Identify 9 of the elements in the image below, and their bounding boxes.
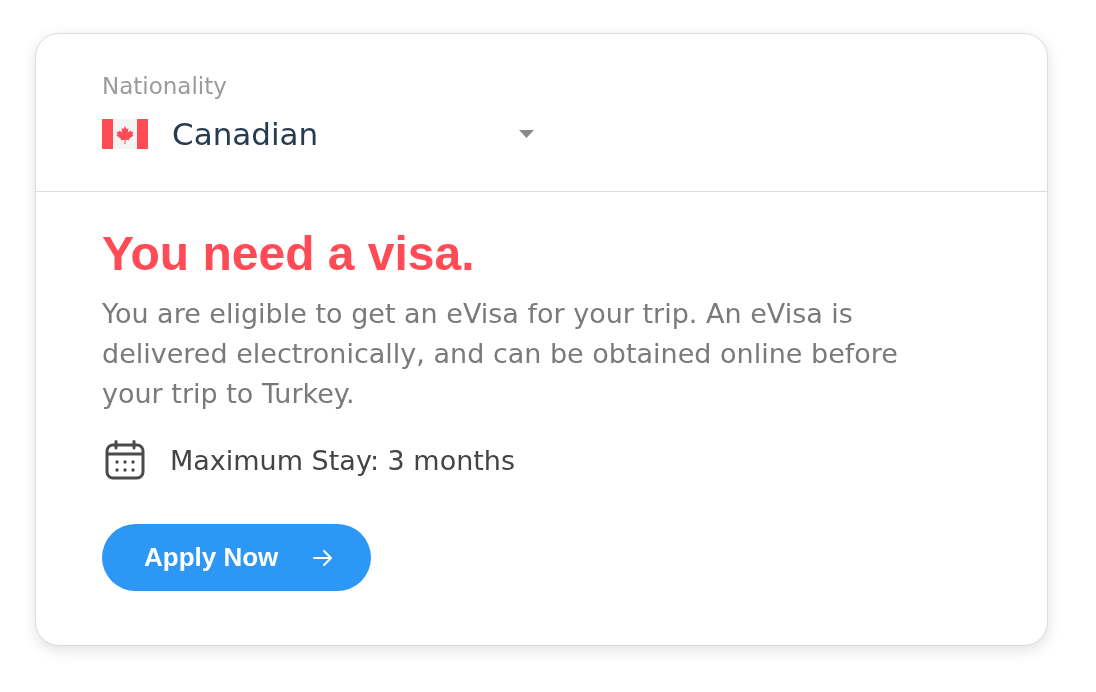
arrow-right-icon <box>313 548 333 567</box>
maximum-stay-text: Maximum Stay: 3 months <box>170 444 516 476</box>
flag-icon <box>102 119 148 149</box>
caret-icon <box>519 130 534 138</box>
result-heading: You need a visa. <box>102 226 475 282</box>
nationality-dropdown[interactable]: Canadian <box>102 112 534 156</box>
nationality-label: Nationality <box>102 72 227 100</box>
result-description: You are eligible to get an eVisa for your trip. An eVisa is delivered electronically, and can be obtained online before your trip to Turkey. <box>102 297 899 411</box>
calendar-icon <box>105 440 145 480</box>
